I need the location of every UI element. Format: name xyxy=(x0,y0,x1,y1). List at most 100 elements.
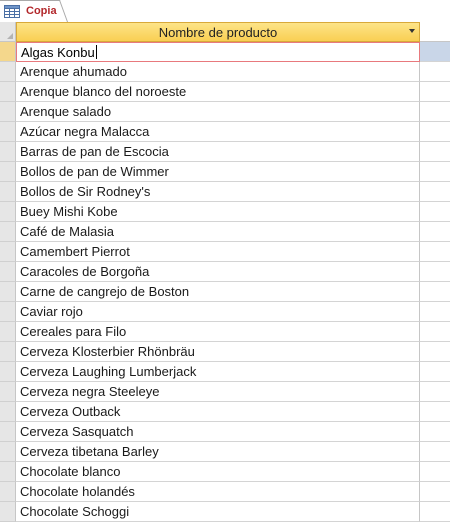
column-header-nombre-de-producto[interactable]: Nombre de producto xyxy=(16,22,420,42)
product-name-cell[interactable]: Cerveza Outback xyxy=(16,402,420,422)
record-selector[interactable] xyxy=(0,142,16,162)
record-selector[interactable] xyxy=(0,302,16,322)
product-name-cell[interactable]: Algas Konbu xyxy=(16,42,420,62)
table-row: Barras de pan de Escocia xyxy=(0,142,450,162)
row-empty-area xyxy=(420,202,450,222)
product-name-cell[interactable]: Bollos de pan de Wimmer xyxy=(16,162,420,182)
text-cursor xyxy=(95,45,97,59)
record-selector[interactable] xyxy=(0,382,16,402)
table-row: Bollos de pan de Wimmer xyxy=(0,162,450,182)
row-empty-area xyxy=(420,242,450,262)
record-selector[interactable] xyxy=(0,482,16,502)
product-name-cell[interactable]: Azúcar negra Malacca xyxy=(16,122,420,142)
product-name-cell[interactable]: Cerveza negra Steeleye xyxy=(16,382,420,402)
record-selector[interactable] xyxy=(0,162,16,182)
product-name-cell[interactable]: Arenque ahumado xyxy=(16,62,420,82)
product-name-cell[interactable]: Arenque blanco del noroeste xyxy=(16,82,420,102)
row-empty-area xyxy=(420,322,450,342)
product-name-text: Caracoles de Borgoña xyxy=(20,264,150,279)
product-name-cell[interactable]: Chocolate holandés xyxy=(16,482,420,502)
record-selector[interactable] xyxy=(0,202,16,222)
row-empty-area xyxy=(420,482,450,502)
table-row: Cerveza negra Steeleye xyxy=(0,382,450,402)
datasheet-rows: Algas Konbu Arenque ahumado Arenque blanco… xyxy=(0,42,450,522)
table-row: Arenque blanco del noroeste xyxy=(0,82,450,102)
datasheet-grid: Nombre de producto Algas Konbu Arenque ah… xyxy=(0,22,450,522)
table-row: Arenque ahumado xyxy=(0,62,450,82)
record-selector[interactable] xyxy=(0,242,16,262)
product-name-text: Azúcar negra Malacca xyxy=(20,124,150,139)
row-empty-area xyxy=(420,162,450,182)
record-selector[interactable] xyxy=(0,82,16,102)
product-name-text: Chocolate blanco xyxy=(20,464,121,479)
record-selector[interactable] xyxy=(0,262,16,282)
record-selector[interactable] xyxy=(0,42,16,62)
record-selector[interactable] xyxy=(0,362,16,382)
table-row: Cerveza Laughing Lumberjack xyxy=(0,362,450,382)
product-name-cell[interactable]: Carne de cangrejo de Boston xyxy=(16,282,420,302)
row-empty-area xyxy=(420,462,450,482)
row-empty-area xyxy=(420,142,450,162)
product-name-cell[interactable]: Caviar rojo xyxy=(16,302,420,322)
product-name-cell[interactable]: Café de Malasia xyxy=(16,222,420,242)
record-selector[interactable] xyxy=(0,402,16,422)
table-row: Bollos de Sir Rodney's xyxy=(0,182,450,202)
row-empty-area xyxy=(420,182,450,202)
record-selector[interactable] xyxy=(0,422,16,442)
column-filter-dropdown-icon[interactable] xyxy=(409,29,415,33)
product-name-cell[interactable]: Cerveza Klosterbier Rhönbräu xyxy=(16,342,420,362)
table-row: Caracoles de Borgoña xyxy=(0,262,450,282)
document-tab-bar: Copia xyxy=(0,0,450,23)
table-row: Carne de cangrejo de Boston xyxy=(0,282,450,302)
row-empty-area xyxy=(420,222,450,242)
product-name-text: Caviar rojo xyxy=(20,304,83,319)
row-empty-area xyxy=(420,82,450,102)
record-selector[interactable] xyxy=(0,442,16,462)
product-name-text: Arenque salado xyxy=(20,104,112,119)
record-selector[interactable] xyxy=(0,102,16,122)
product-name-text: Chocolate holandés xyxy=(20,484,135,499)
table-row: Cerveza Outback xyxy=(0,402,450,422)
record-selector[interactable] xyxy=(0,322,16,342)
product-name-cell[interactable]: Chocolate blanco xyxy=(16,462,420,482)
product-name-cell[interactable]: Cerveza Laughing Lumberjack xyxy=(16,362,420,382)
record-selector[interactable] xyxy=(0,222,16,242)
row-empty-area xyxy=(420,282,450,302)
record-selector[interactable] xyxy=(0,462,16,482)
row-empty-area xyxy=(420,262,450,282)
product-name-cell[interactable]: Buey Mishi Kobe xyxy=(16,202,420,222)
row-empty-area xyxy=(420,62,450,82)
product-name-text: Algas Konbu xyxy=(21,44,95,60)
row-empty-area xyxy=(420,362,450,382)
product-name-text: Arenque ahumado xyxy=(20,64,127,79)
product-name-cell[interactable]: Cerveza Sasquatch xyxy=(16,422,420,442)
record-selector[interactable] xyxy=(0,122,16,142)
product-name-cell[interactable]: Camembert Pierrot xyxy=(16,242,420,262)
record-selector[interactable] xyxy=(0,182,16,202)
product-name-cell[interactable]: Cerveza tibetana Barley xyxy=(16,442,420,462)
row-empty-area xyxy=(420,402,450,422)
record-selector[interactable] xyxy=(0,502,16,522)
table-row: Camembert Pierrot xyxy=(0,242,450,262)
product-name-cell[interactable]: Arenque salado xyxy=(16,102,420,122)
product-name-cell[interactable]: Caracoles de Borgoña xyxy=(16,262,420,282)
record-selector[interactable] xyxy=(0,342,16,362)
table-row: Cerveza Klosterbier Rhönbräu xyxy=(0,342,450,362)
product-name-text: Arenque blanco del noroeste xyxy=(20,84,187,99)
column-header-label: Nombre de producto xyxy=(158,24,278,40)
product-name-cell[interactable]: Cereales para Filo xyxy=(16,322,420,342)
product-name-cell[interactable]: Chocolate Schoggi xyxy=(16,502,420,522)
product-name-cell[interactable]: Bollos de Sir Rodney's xyxy=(16,182,420,202)
header-row: Nombre de producto xyxy=(0,22,450,42)
select-all-corner[interactable] xyxy=(0,22,16,42)
record-selector[interactable] xyxy=(0,62,16,82)
row-empty-area xyxy=(420,42,450,62)
table-row: Cerveza Sasquatch xyxy=(0,422,450,442)
record-selector[interactable] xyxy=(0,282,16,302)
tab-copia-content[interactable]: Copia xyxy=(4,3,57,19)
product-name-text: Carne de cangrejo de Boston xyxy=(20,284,190,299)
table-row: Algas Konbu xyxy=(0,42,450,62)
row-empty-area xyxy=(420,302,450,322)
row-empty-area xyxy=(420,102,450,122)
product-name-cell[interactable]: Barras de pan de Escocia xyxy=(16,142,420,162)
